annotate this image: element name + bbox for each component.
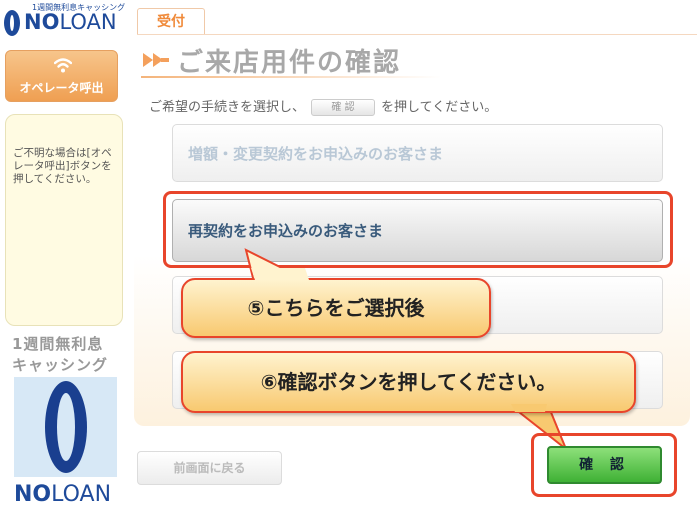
callout-step5: ⑤こちらをご選択後 bbox=[181, 278, 491, 338]
callout-tail-step5-cover bbox=[251, 268, 309, 280]
operator-call-button[interactable]: オペレータ呼出 bbox=[5, 50, 118, 102]
help-text: ご不明な場合は[オペレータ呼出]ボタンを押してください。 bbox=[5, 114, 123, 326]
back-button[interactable]: 前画面に戻る bbox=[137, 451, 282, 485]
brand-loan: LOAN bbox=[51, 482, 112, 507]
operator-call-label: オペレータ呼出 bbox=[19, 81, 104, 95]
instruction-before: ご希望の手続きを選択し、 bbox=[149, 100, 306, 115]
promo-line-2: キャッシング bbox=[12, 356, 109, 374]
promo-title: 1週間無利息 キャッシング bbox=[12, 334, 108, 376]
header-logo: 1週間無利息キャッシング NOLOAN bbox=[4, 2, 128, 36]
tab-reception[interactable]: 受付 bbox=[137, 8, 205, 34]
logo-ring-icon bbox=[45, 381, 87, 473]
promo-line-1: 1週間無利息 bbox=[12, 335, 104, 353]
option-increase-change-contract[interactable]: 増額・変更契約をお申込みのお客さま bbox=[172, 124, 663, 182]
instruction-text: ご希望の手続きを選択し、確 認を押してください。 bbox=[149, 96, 497, 116]
logo-brand-loan: LOAN bbox=[59, 10, 117, 34]
brand-name: NOLOAN bbox=[14, 482, 111, 507]
instruction-confirm-sample: 確 認 bbox=[311, 99, 376, 116]
tab-divider bbox=[137, 34, 697, 35]
logo-brand: NOLOAN bbox=[24, 10, 117, 34]
callout-tail-step6-cover bbox=[511, 404, 547, 412]
instruction-after: を押してください。 bbox=[381, 100, 498, 115]
logo-brand-no: NO bbox=[24, 10, 60, 34]
logo-mark-icon bbox=[4, 10, 20, 36]
double-arrow-icon bbox=[143, 53, 169, 67]
title-underline bbox=[141, 76, 441, 78]
sidebar: 1週間無利息キャッシング NOLOAN オペレータ呼出 ご不明な場合は[オペレー… bbox=[0, 0, 128, 525]
confirm-button[interactable]: 確 認 bbox=[547, 446, 662, 484]
page-title: ご来店用件の確認 bbox=[177, 48, 402, 78]
brand-logo-image bbox=[14, 377, 117, 477]
wireless-icon bbox=[54, 58, 72, 73]
callout-step6: ⑥確認ボタンを押してください。 bbox=[181, 351, 636, 413]
recontract-highlight-frame bbox=[163, 191, 673, 268]
brand-no: NO bbox=[14, 482, 52, 507]
